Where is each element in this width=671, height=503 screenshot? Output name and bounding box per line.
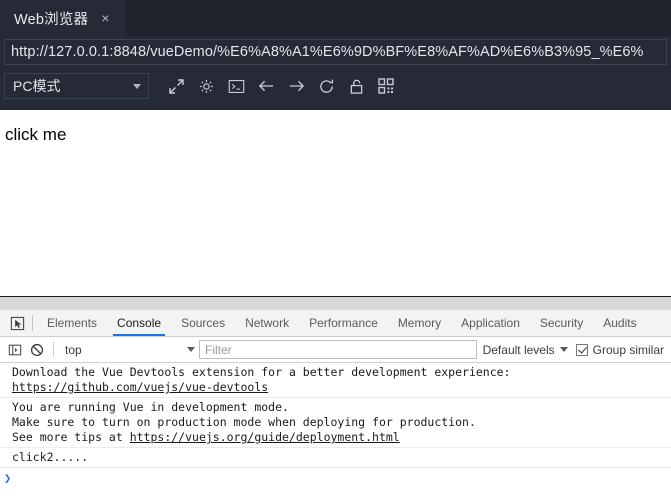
console-sidebar-toggle-icon[interactable]: [4, 339, 26, 361]
address-bar-row: http://127.0.0.1:8848/vueDemo/%E6%A8%A1%…: [0, 36, 671, 68]
console-message[interactable]: click2.....: [0, 448, 671, 468]
console-message-line: You are running Vue in development mode.: [12, 400, 289, 414]
reload-icon[interactable]: [311, 72, 341, 100]
popout-icon[interactable]: [161, 72, 191, 100]
console-message-line: Make sure to turn on production mode whe…: [12, 415, 476, 429]
devtools-panel: Elements Console Sources Network Perform…: [0, 310, 671, 503]
tab-application[interactable]: Application: [451, 310, 530, 336]
tab-strip-empty-area: [126, 0, 671, 36]
browser-chrome: Web浏览器 × http://127.0.0.1:8848/vueDemo/%…: [0, 0, 671, 110]
tab-sources[interactable]: Sources: [171, 310, 235, 336]
page-viewport: click me: [0, 110, 671, 296]
console-message[interactable]: You are running Vue in development mode.…: [0, 398, 671, 448]
console-toolbar: top Default levels Group similar: [0, 337, 671, 363]
console-link[interactable]: https://vuejs.org/guide/deployment.html: [130, 430, 400, 444]
qr-code-icon[interactable]: [371, 72, 401, 100]
tab-security[interactable]: Security: [530, 310, 593, 336]
tab-title: Web浏览器: [14, 11, 89, 28]
tab-network[interactable]: Network: [235, 310, 299, 336]
console-message-line: Download the Vue Devtools extension for …: [12, 365, 511, 379]
console-link[interactable]: https://github.com/vuejs/vue-devtools: [12, 380, 268, 394]
console-message[interactable]: Download the Vue Devtools extension for …: [0, 363, 671, 398]
console-prompt[interactable]: ❯: [0, 468, 671, 488]
tab-memory[interactable]: Memory: [388, 310, 451, 336]
console-message-line: See more tips at https://vuejs.org/guide…: [0, 430, 671, 445]
close-icon[interactable]: ×: [98, 9, 112, 27]
tab-audits[interactable]: Audits: [593, 310, 646, 336]
gear-icon[interactable]: [191, 72, 221, 100]
console-filter-input[interactable]: [199, 340, 477, 359]
forward-arrow-icon[interactable]: [281, 72, 311, 100]
chevron-down-icon: [133, 83, 141, 89]
devtools-tab-bar: Elements Console Sources Network Perform…: [0, 310, 671, 337]
group-similar-toggle[interactable]: Group similar: [575, 342, 666, 357]
chevron-down-icon: [187, 347, 195, 352]
tab-performance[interactable]: Performance: [299, 310, 388, 336]
address-bar[interactable]: http://127.0.0.1:8848/vueDemo/%E6%A8%A1%…: [4, 39, 667, 65]
console-message-list[interactable]: Download the Vue Devtools extension for …: [0, 363, 671, 503]
group-similar-checkbox[interactable]: [575, 343, 588, 356]
tab-elements[interactable]: Elements: [37, 310, 107, 336]
page-click-me-text[interactable]: click me: [0, 110, 671, 145]
execution-context-select[interactable]: top: [59, 340, 199, 360]
group-similar-label: Group similar: [592, 342, 664, 357]
console-message-line: https://github.com/vuejs/vue-devtools: [0, 380, 671, 395]
console-prompt-input[interactable]: [11, 471, 671, 485]
inspect-element-icon[interactable]: [4, 310, 30, 336]
device-mode-select[interactable]: PC模式: [4, 73, 149, 99]
unlock-icon[interactable]: [341, 72, 371, 100]
browser-toolbar: PC模式: [0, 68, 671, 104]
prompt-caret-icon: ❯: [4, 471, 12, 485]
address-bar-value: http://127.0.0.1:8848/vueDemo/%E6%A8%A1%…: [11, 44, 644, 60]
console-message-line: click2.....: [12, 450, 89, 464]
execution-context-value: top: [65, 342, 82, 357]
log-levels-select[interactable]: Default levels: [483, 343, 568, 357]
toolbar-divider: [32, 315, 33, 331]
device-mode-value: PC模式: [13, 78, 61, 94]
devtools-splitter[interactable]: [0, 296, 671, 310]
clear-console-icon[interactable]: [26, 339, 48, 361]
browser-tab[interactable]: Web浏览器 ×: [0, 0, 126, 36]
browser-window: Web浏览器 × http://127.0.0.1:8848/vueDemo/%…: [0, 0, 671, 503]
chevron-down-icon: [559, 347, 568, 352]
tab-strip: Web浏览器 ×: [0, 0, 671, 36]
tab-console[interactable]: Console: [107, 310, 171, 336]
back-arrow-icon[interactable]: [251, 72, 281, 100]
log-levels-value: Default levels: [482, 342, 555, 357]
toolbar-icon-group: [161, 72, 401, 100]
toolbar-divider: [53, 342, 54, 357]
console-message-text: See more tips at: [12, 430, 130, 444]
console-icon[interactable]: [221, 72, 251, 100]
